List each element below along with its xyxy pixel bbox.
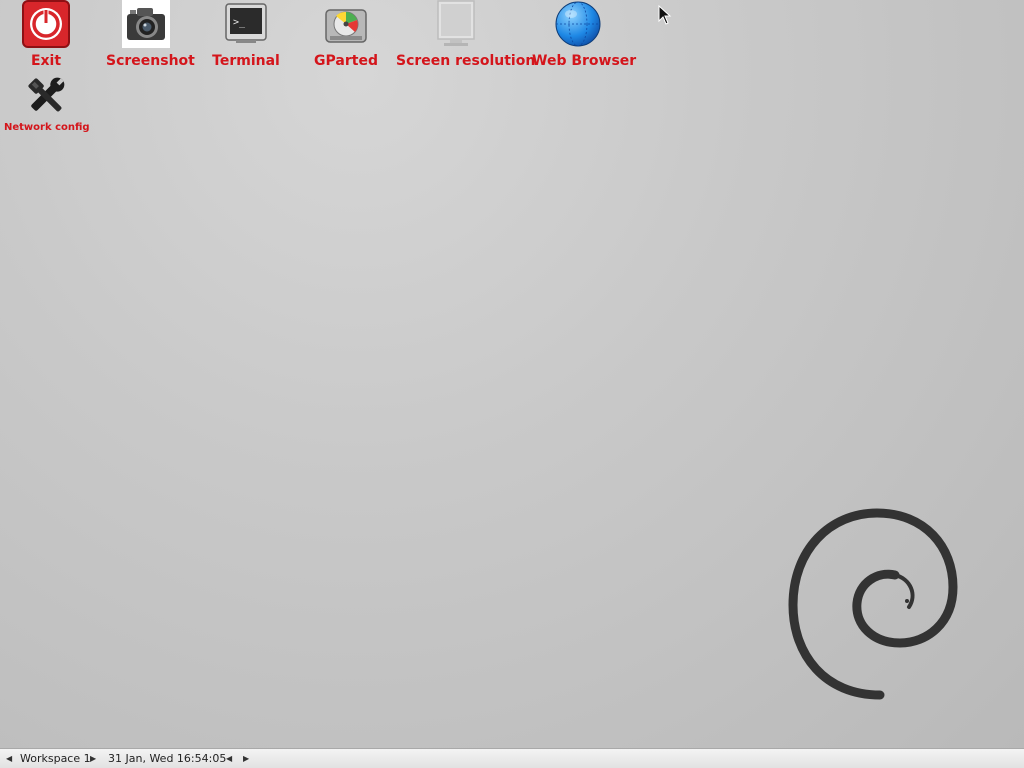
mouse-cursor xyxy=(658,4,672,25)
workspace-next-icon[interactable]: ▶ xyxy=(90,752,96,766)
shortcut-label: Web Browser xyxy=(532,53,637,69)
network-config-shortcut[interactable]: Network config xyxy=(4,72,90,136)
monitor-icon xyxy=(432,0,480,48)
taskbar: ◀ Workspace 1 ▶ 31 Jan, Wed 16:54:05 ◀ ▶ xyxy=(0,748,1024,768)
shortcut-label: Terminal xyxy=(212,53,280,69)
disk-icon xyxy=(322,0,370,48)
power-icon xyxy=(22,0,70,48)
window-next-icon[interactable]: ▶ xyxy=(243,752,249,766)
shortcut-label: Screenshot xyxy=(106,53,195,69)
shortcut-label: Network config xyxy=(4,122,90,133)
svg-text:>_: >_ xyxy=(233,17,246,28)
terminal-icon: >_ xyxy=(222,0,270,48)
window-prev-icon[interactable]: ◀ xyxy=(226,752,232,766)
camera-icon xyxy=(122,0,170,48)
shortcut-label: Exit xyxy=(30,53,62,69)
web-browser-shortcut[interactable]: Web Browser xyxy=(532,0,637,70)
shortcut-label: Screen resolution xyxy=(396,53,536,69)
screen-resolution-shortcut[interactable]: Screen resolution xyxy=(396,0,536,70)
workspace-prev-icon[interactable]: ◀ xyxy=(6,752,12,766)
screenshot-shortcut[interactable]: Screenshot xyxy=(106,0,195,70)
shortcut-label: GParted xyxy=(314,53,378,69)
exit-shortcut[interactable]: Exit xyxy=(10,0,82,70)
clock: 31 Jan, Wed 16:54:05 xyxy=(108,752,227,765)
terminal-shortcut[interactable]: >_ Terminal xyxy=(206,0,286,70)
tools-icon xyxy=(22,72,70,120)
desktop[interactable]: Exit Screenshot >_ Terminal GParted Scre… xyxy=(0,0,1024,748)
workspace-label[interactable]: Workspace 1 xyxy=(20,752,91,766)
debian-swirl-icon xyxy=(785,505,960,705)
gparted-shortcut[interactable]: GParted xyxy=(306,0,386,70)
globe-icon xyxy=(554,0,602,48)
